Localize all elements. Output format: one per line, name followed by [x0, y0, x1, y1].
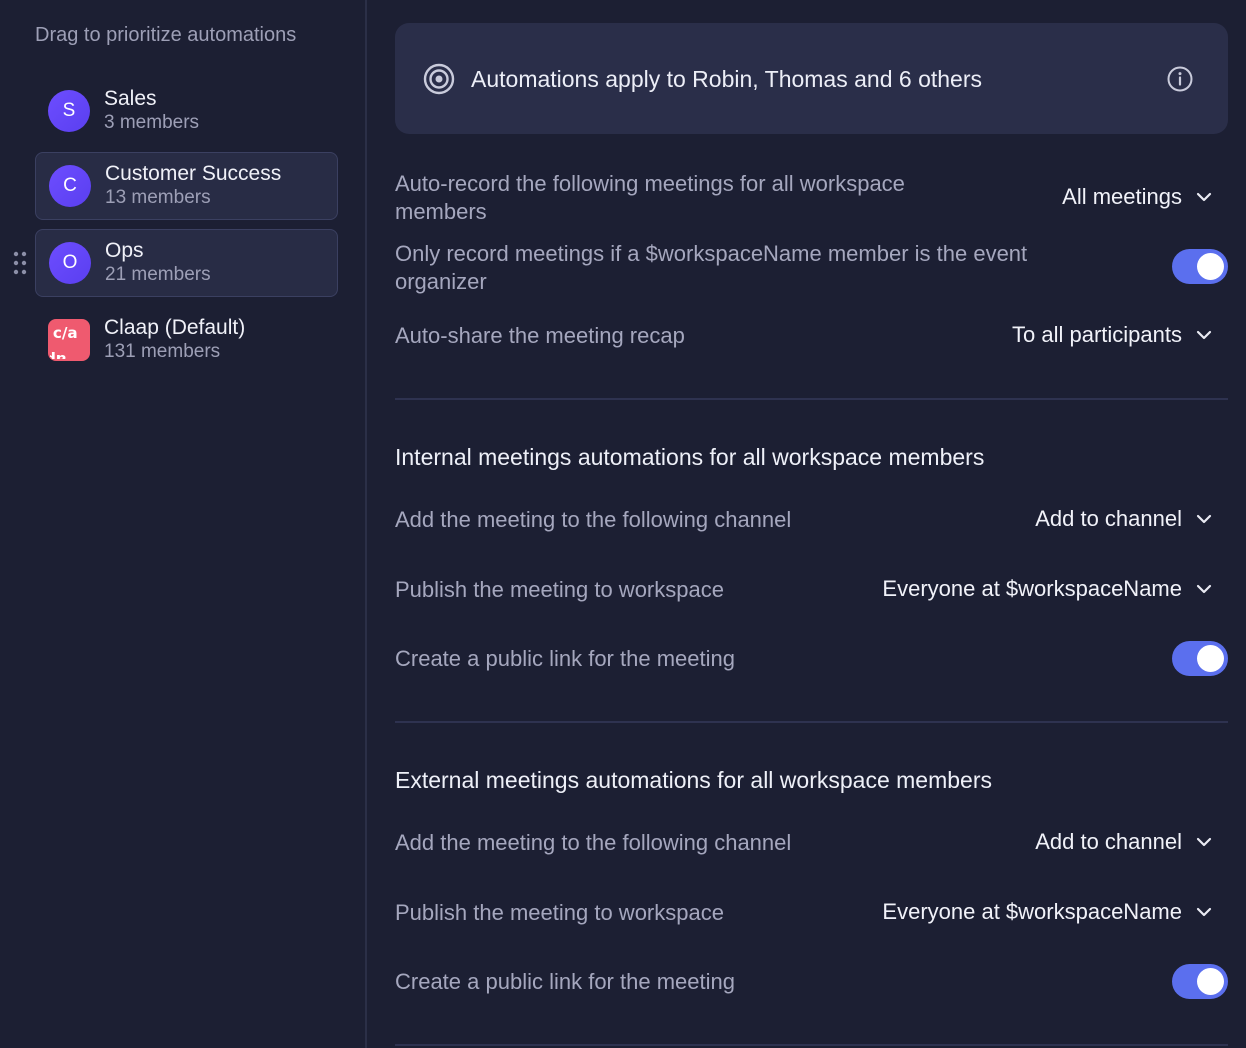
- external-section-title: External meetings automations for all wo…: [395, 767, 992, 793]
- internal-channel-select[interactable]: Add to channel: [1035, 506, 1214, 532]
- sidebar-hint: Drag to prioritize automations: [35, 24, 297, 46]
- groups-sidebar: Drag to prioritize automations S Sales 3…: [0, 0, 367, 1048]
- group-item-customer-success[interactable]: C Customer Success 13 members: [35, 152, 338, 220]
- internal-channel-value: Add to channel: [1035, 506, 1182, 531]
- info-icon[interactable]: [1166, 65, 1194, 93]
- group-member-count: 131 members: [104, 341, 221, 362]
- auto-share-label: Auto-share the meeting recap: [395, 323, 685, 348]
- chevron-down-icon: [1196, 837, 1212, 847]
- group-member-count: 21 members: [105, 264, 211, 285]
- group-name: Ops: [105, 239, 144, 262]
- auto-share-value: To all participants: [1012, 322, 1182, 347]
- group-name: Sales: [104, 87, 157, 110]
- chevron-down-icon: [1196, 514, 1212, 524]
- group-member-count: 13 members: [105, 187, 211, 208]
- avatar: S: [48, 90, 90, 132]
- external-channel-value: Add to channel: [1035, 829, 1182, 854]
- automation-settings-panel: Automations apply to Robin, Thomas and 6…: [367, 0, 1246, 1048]
- external-channel-select[interactable]: Add to channel: [1035, 829, 1214, 855]
- target-icon: [423, 63, 455, 95]
- internal-public-link-row: Create a public link for the meeting: [395, 641, 1228, 677]
- external-public-link-row: Create a public link for the meeting: [395, 964, 1228, 1000]
- avatar: C: [49, 165, 91, 207]
- internal-publish-label: Publish the meeting to workspace: [395, 577, 724, 602]
- external-publish-row: Publish the meeting to workspace Everyon…: [395, 899, 1228, 929]
- group-member-count: 3 members: [104, 112, 200, 133]
- internal-publish-value: Everyone at $workspaceName: [882, 576, 1182, 601]
- group-item-ops[interactable]: O Ops 21 members: [35, 229, 338, 297]
- drag-handle-icon[interactable]: [13, 251, 27, 275]
- auto-record-select[interactable]: All meetings: [1062, 184, 1214, 210]
- internal-public-link-label: Create a public link for the meeting: [395, 646, 735, 671]
- auto-record-value: All meetings: [1062, 184, 1182, 209]
- group-item-claap-default[interactable]: c/a ap Claap (Default) 131 members: [35, 306, 338, 374]
- organizer-only-toggle[interactable]: [1172, 249, 1228, 284]
- external-publish-label: Publish the meeting to workspace: [395, 900, 724, 925]
- automations-settings: Drag to prioritize automations S Sales 3…: [0, 0, 1246, 1048]
- chevron-down-icon: [1196, 192, 1212, 202]
- claap-logo-icon: c/a ap: [48, 319, 90, 361]
- avatar: O: [49, 242, 91, 284]
- auto-record-label: Auto-record the following meetings for a…: [395, 171, 905, 224]
- organizer-only-row: Only record meetings if a $workspaceName…: [395, 240, 1228, 300]
- chevron-down-icon: [1196, 907, 1212, 917]
- audience-text: Automations apply to Robin, Thomas and 6…: [471, 66, 982, 92]
- external-publish-value: Everyone at $workspaceName: [882, 899, 1182, 924]
- section-divider: [395, 398, 1228, 400]
- organizer-only-label: Only record meetings if a $workspaceName…: [395, 241, 1028, 294]
- internal-section-title: Internal meetings automations for all wo…: [395, 444, 985, 470]
- auto-share-row: Auto-share the meeting recap To all part…: [395, 322, 1228, 352]
- external-public-link-toggle[interactable]: [1172, 964, 1228, 999]
- internal-publish-select[interactable]: Everyone at $workspaceName: [882, 576, 1214, 602]
- external-channel-label: Add the meeting to the following channel: [395, 830, 792, 855]
- group-name: Customer Success: [105, 162, 282, 185]
- chevron-down-icon: [1196, 584, 1212, 594]
- audience-banner: Automations apply to Robin, Thomas and 6…: [395, 23, 1228, 134]
- external-publish-select[interactable]: Everyone at $workspaceName: [882, 899, 1214, 925]
- auto-record-row: Auto-record the following meetings for a…: [395, 170, 1228, 230]
- toggle-knob: [1197, 968, 1224, 995]
- group-item-sales[interactable]: S Sales 3 members: [35, 77, 338, 145]
- group-name: Claap (Default): [104, 316, 246, 339]
- chevron-down-icon: [1196, 330, 1212, 340]
- svg-text:c/a: c/a: [53, 324, 78, 342]
- internal-publish-row: Publish the meeting to workspace Everyon…: [395, 576, 1228, 606]
- section-divider: [395, 721, 1228, 723]
- external-public-link-label: Create a public link for the meeting: [395, 969, 735, 994]
- section-divider: [395, 1044, 1228, 1046]
- external-channel-row: Add the meeting to the following channel…: [395, 829, 1228, 859]
- auto-share-select[interactable]: To all participants: [1012, 322, 1214, 348]
- internal-channel-label: Add the meeting to the following channel: [395, 507, 792, 532]
- internal-public-link-toggle[interactable]: [1172, 641, 1228, 676]
- toggle-knob: [1197, 645, 1224, 672]
- toggle-knob: [1197, 253, 1224, 280]
- internal-channel-row: Add the meeting to the following channel…: [395, 506, 1228, 536]
- svg-text:ap: ap: [50, 351, 66, 359]
